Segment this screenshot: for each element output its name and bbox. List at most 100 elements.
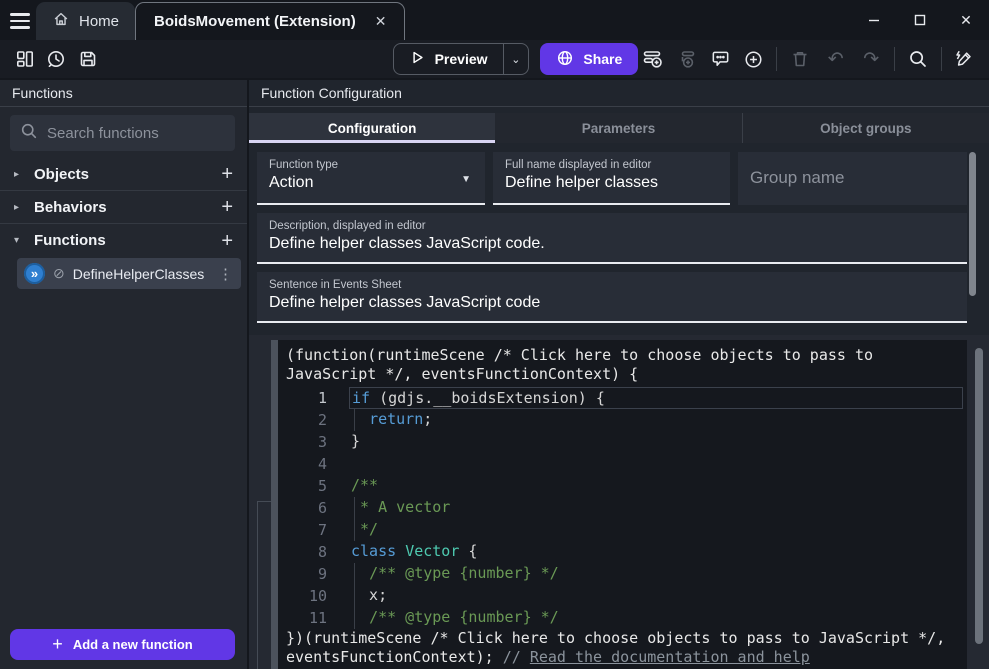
tab-configuration[interactable]: Configuration xyxy=(249,113,495,143)
add-object-icon[interactable]: + xyxy=(221,164,233,184)
code-line[interactable]: 1if (gdjs.__boidsExtension) { xyxy=(278,387,967,409)
open-editors-panel-icon[interactable] xyxy=(10,44,40,74)
minimize-button[interactable] xyxy=(851,0,897,40)
preview-label: Preview xyxy=(435,51,488,67)
add-function-icon[interactable]: + xyxy=(221,231,233,251)
sidebar-section-objects[interactable]: ▸ Objects + xyxy=(0,158,247,191)
javascript-code-event[interactable]: (function(runtimeScene /* Click here to … xyxy=(278,340,967,669)
title-bar: Home BoidsMovement (Extension) ✕ ✕ xyxy=(0,0,989,40)
function-item-label: DefineHelperClasses xyxy=(73,266,210,282)
share-button[interactable]: Share xyxy=(540,43,638,75)
add-event-icon[interactable] xyxy=(638,44,668,74)
play-icon xyxy=(409,49,426,69)
full-name-label: Full name displayed in editor xyxy=(505,159,718,171)
sidebar-title: Functions xyxy=(0,80,247,107)
maximize-button[interactable] xyxy=(897,0,943,40)
main-toolbar: Preview ⌄ Share ↶ ↷ xyxy=(0,40,989,78)
events-scrollbar[interactable] xyxy=(975,348,983,644)
more-options-icon[interactable]: ⋮ xyxy=(218,265,233,283)
description-field[interactable]: Description, displayed in editor Define … xyxy=(257,213,967,264)
tab-object-groups[interactable]: Object groups xyxy=(742,113,989,143)
plus-icon: + xyxy=(52,634,63,655)
preview-options-caret[interactable]: ⌄ xyxy=(503,53,528,66)
function-type-select[interactable]: Function type Action ▼ xyxy=(257,152,485,205)
full-name-field[interactable]: Full name displayed in editor Define hel… xyxy=(493,152,730,205)
redo-icon: ↷ xyxy=(856,44,886,74)
search-functions-box[interactable] xyxy=(10,115,235,151)
save-icon[interactable] xyxy=(73,44,103,74)
chevron-right-icon: ▸ xyxy=(14,202,24,213)
code-line[interactable]: 6 * A vector xyxy=(278,497,967,519)
preview-button[interactable]: Preview ⌄ xyxy=(393,43,530,75)
add-comment-icon[interactable] xyxy=(705,44,735,74)
group-name-placeholder: Group name xyxy=(750,159,955,197)
add-element-icon[interactable] xyxy=(739,44,769,74)
function-configuration-panel: Function Configuration Configuration Par… xyxy=(249,80,989,669)
sidebar-section-behaviors[interactable]: ▸ Behaviors + xyxy=(0,191,247,224)
code-line[interactable]: 7 */ xyxy=(278,519,967,541)
tab-home[interactable]: Home xyxy=(36,2,135,40)
chevron-down-icon: ▾ xyxy=(14,235,24,246)
function-type-value: Action xyxy=(269,174,473,192)
main-panel-title: Function Configuration xyxy=(249,80,989,107)
code-line[interactable]: 5/** xyxy=(278,475,967,497)
description-label: Description, displayed in editor xyxy=(269,220,955,232)
add-new-function-label: Add a new function xyxy=(73,637,193,652)
code-editor[interactable]: 1if (gdjs.__boidsExtension) {2 return;3}… xyxy=(278,387,967,629)
window-controls: ✕ xyxy=(851,0,989,40)
history-icon[interactable] xyxy=(42,44,72,74)
code-header[interactable]: (function(runtimeScene /* Click here to … xyxy=(278,346,967,384)
close-tab-icon[interactable]: ✕ xyxy=(375,13,387,30)
add-subevent-icon xyxy=(672,44,702,74)
private-function-icon: ⊘ xyxy=(53,265,65,282)
code-line[interactable]: 9 /** @type {number} */ xyxy=(278,563,967,585)
section-label: Functions xyxy=(34,232,211,249)
function-action-icon: » xyxy=(24,263,45,284)
code-line[interactable]: 2 return; xyxy=(278,409,967,431)
code-line[interactable]: 11 /** @type {number} */ xyxy=(278,607,967,629)
tab-home-label: Home xyxy=(79,13,119,30)
close-window-button[interactable]: ✕ xyxy=(943,0,989,40)
search-icon xyxy=(20,122,38,145)
code-line[interactable]: 10 x; xyxy=(278,585,967,607)
full-name-value: Define helper classes xyxy=(505,174,718,192)
code-line[interactable]: 8class Vector { xyxy=(278,541,967,563)
gdevelop-window: Home BoidsMovement (Extension) ✕ ✕ Previ… xyxy=(0,0,989,669)
form-scrollbar[interactable] xyxy=(969,152,976,296)
sentence-field[interactable]: Sentence in Events Sheet Define helper c… xyxy=(257,272,967,323)
tab-parameters[interactable]: Parameters xyxy=(495,113,741,143)
event-drag-handle[interactable] xyxy=(271,340,278,669)
group-name-field[interactable]: Group name xyxy=(738,152,967,205)
section-label: Behaviors xyxy=(34,199,211,216)
chevron-right-icon: ▸ xyxy=(14,169,24,180)
search-functions-input[interactable] xyxy=(47,125,225,142)
events-sheet: (function(runtimeScene /* Click here to … xyxy=(249,335,989,669)
tab-extension[interactable]: BoidsMovement (Extension) ✕ xyxy=(135,2,405,40)
documentation-link[interactable]: Read the documentation and help xyxy=(530,648,810,666)
function-item-definehelperclasses[interactable]: » ⊘ DefineHelperClasses ⋮ xyxy=(17,258,241,289)
function-type-label: Function type xyxy=(269,159,473,171)
edit-extension-icon[interactable] xyxy=(950,44,980,74)
add-behavior-icon[interactable]: + xyxy=(221,197,233,217)
sidebar-section-functions[interactable]: ▾ Functions + xyxy=(0,224,247,257)
code-line[interactable]: 3} xyxy=(278,431,967,453)
code-line[interactable]: 4 xyxy=(278,453,967,475)
share-label: Share xyxy=(583,51,622,67)
home-icon xyxy=(52,10,70,32)
search-events-icon[interactable] xyxy=(903,44,933,74)
functions-sidebar: Functions ▸ Objects + ▸ Behaviors + ▾ Fu… xyxy=(0,80,249,669)
main-menu-icon[interactable] xyxy=(0,2,34,40)
configuration-tabs: Configuration Parameters Object groups xyxy=(249,113,989,143)
tab-extension-label: BoidsMovement (Extension) xyxy=(154,13,356,30)
description-value: Define helper classes JavaScript code. xyxy=(269,235,955,253)
sentence-value: Define helper classes JavaScript code xyxy=(269,294,955,312)
undo-icon: ↶ xyxy=(821,44,851,74)
delete-icon xyxy=(785,44,815,74)
configuration-form: Function type Action ▼ Full name display… xyxy=(249,143,989,335)
dropdown-caret-icon: ▼ xyxy=(461,174,471,185)
sentence-label: Sentence in Events Sheet xyxy=(269,279,955,291)
add-new-function-button[interactable]: + Add a new function xyxy=(10,629,235,660)
code-footer[interactable]: })(runtimeScene /* Click here to choose … xyxy=(278,629,967,667)
globe-icon xyxy=(556,49,574,70)
section-label: Objects xyxy=(34,166,211,183)
